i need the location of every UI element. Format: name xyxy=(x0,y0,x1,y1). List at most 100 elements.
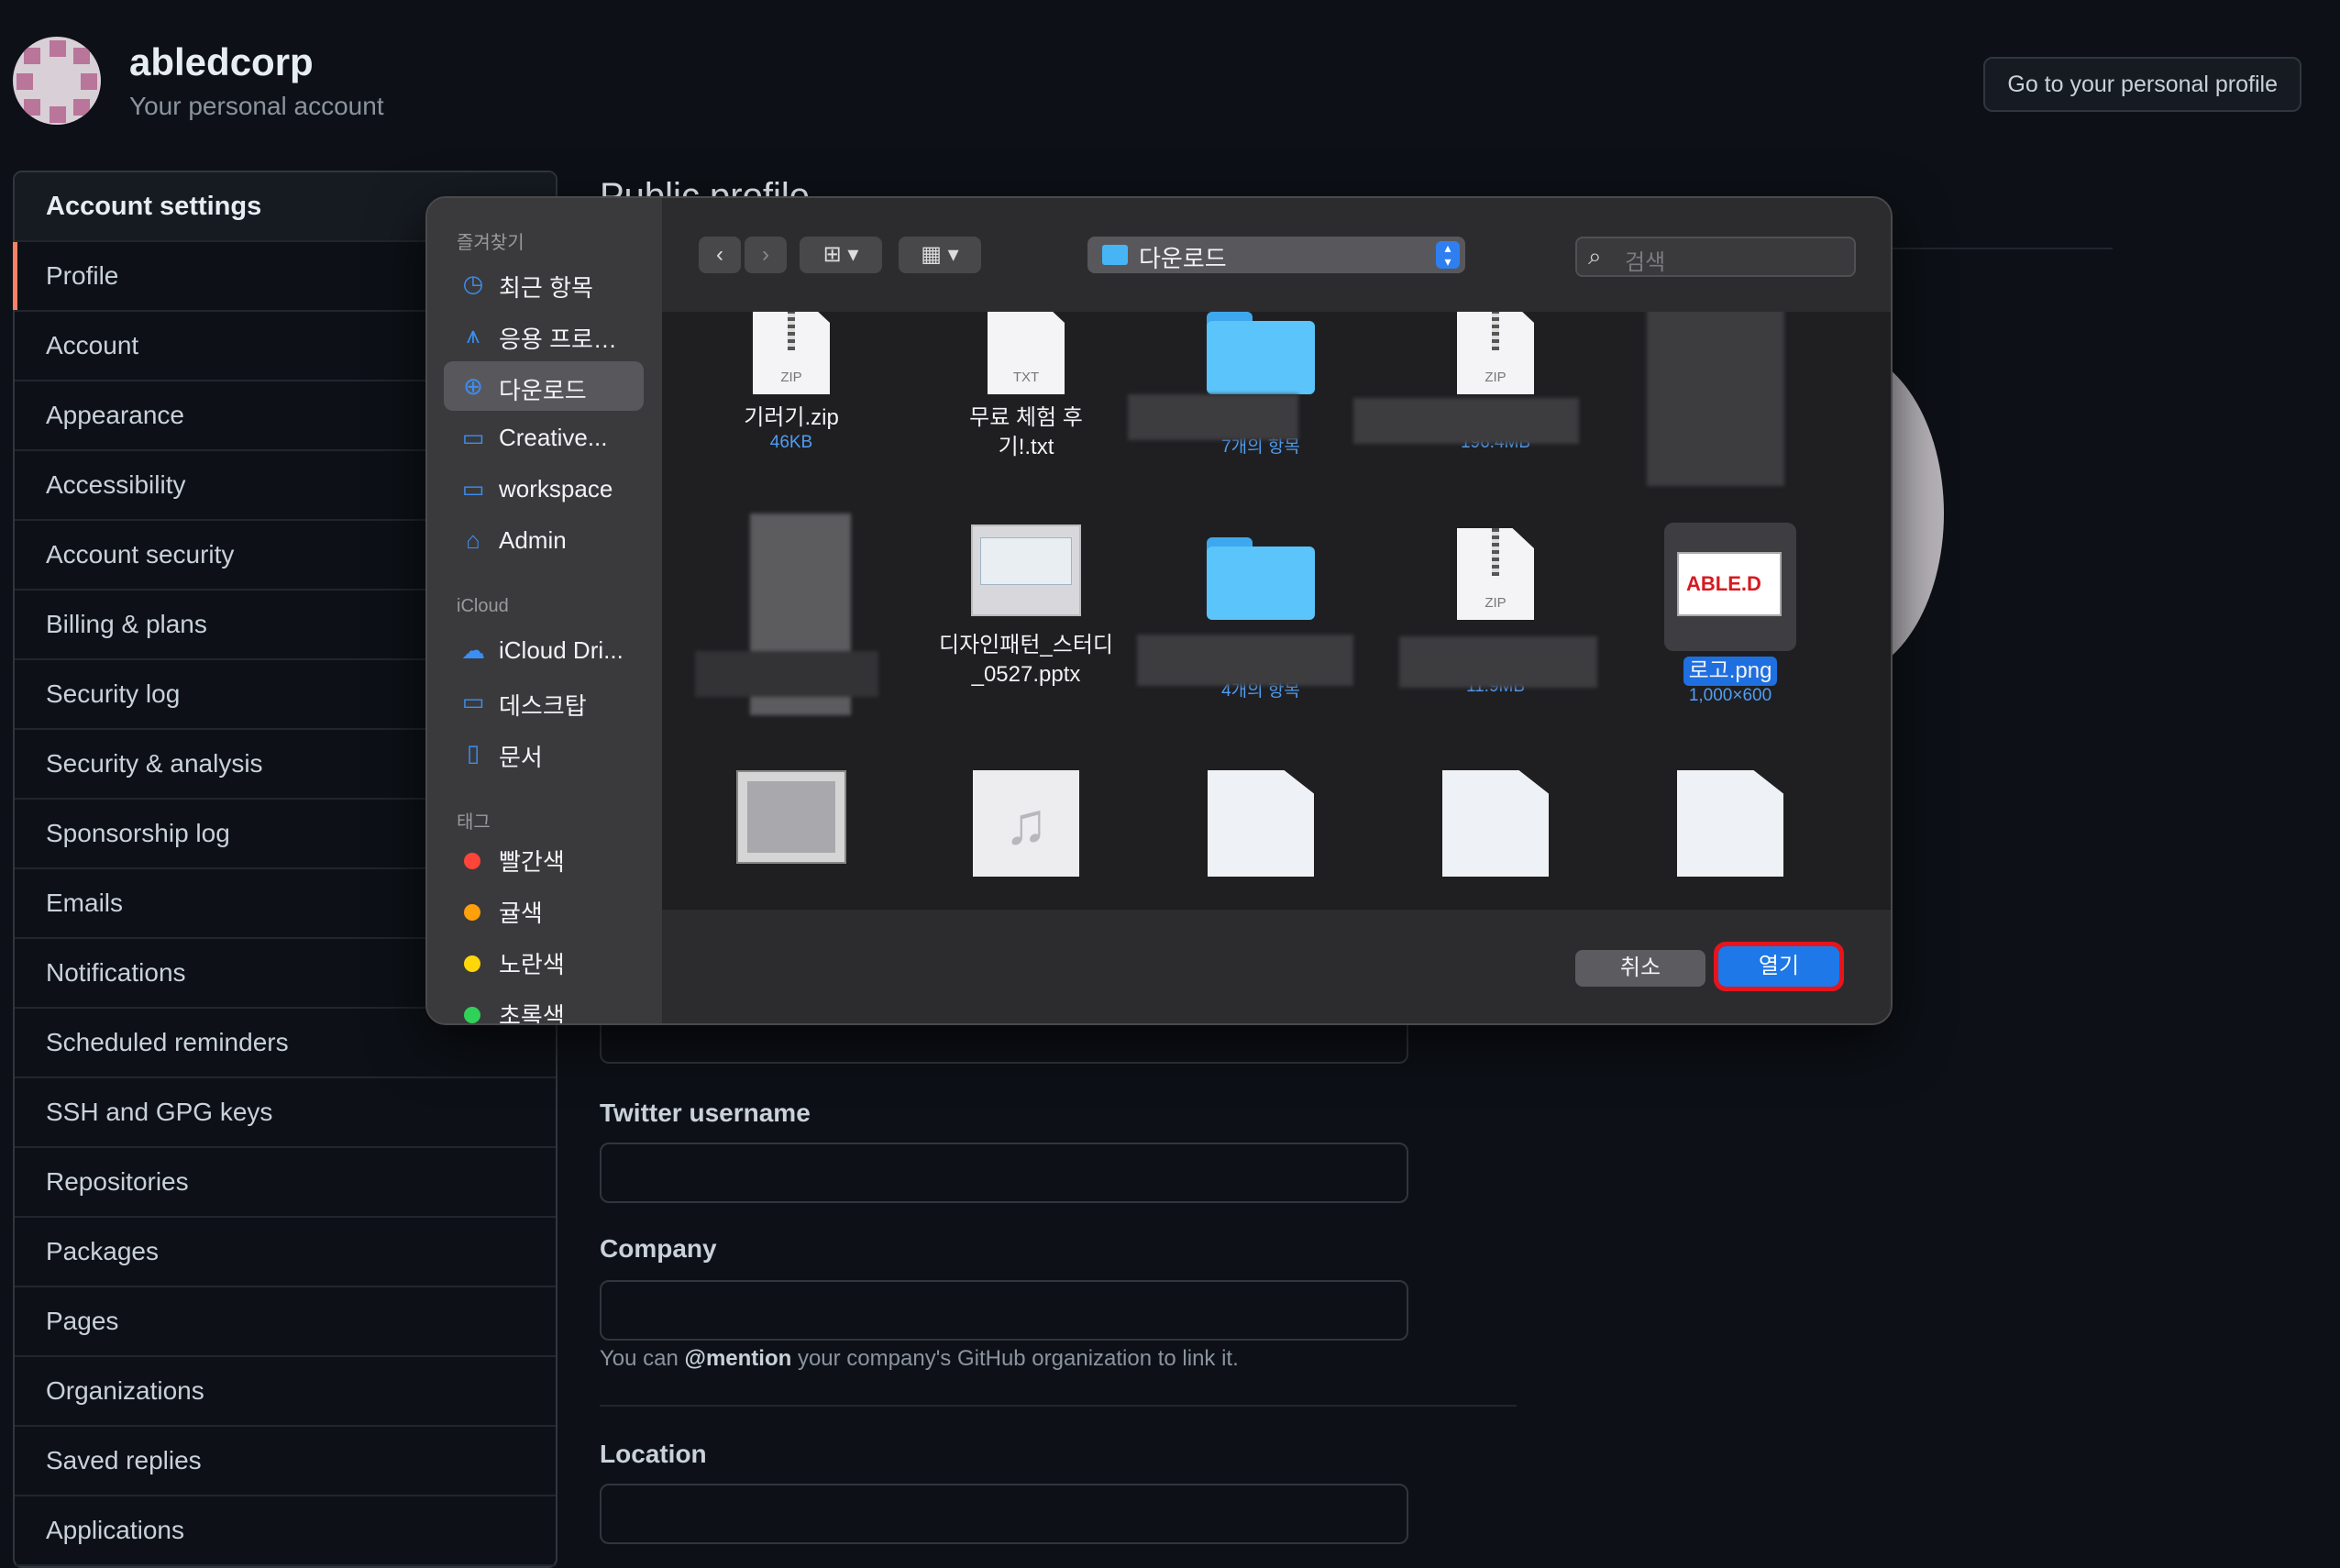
search-placeholder: 검색 xyxy=(1625,250,1666,275)
green-tag-dot xyxy=(464,1007,480,1023)
account-subtitle: Your personal account xyxy=(129,92,384,120)
chevron-right-icon: › xyxy=(762,242,769,267)
clock-icon: ◷ xyxy=(462,270,484,297)
sidebar-item-desktop[interactable]: ▭ 데스크탑 xyxy=(444,677,644,726)
sidebar-item-ssh-gpg-keys[interactable]: SSH and GPG keys xyxy=(15,1078,556,1148)
tags-section-title: 태그 xyxy=(457,812,491,833)
twitter-label: Twitter username xyxy=(600,1099,811,1127)
file-open-dialog: 즐겨찾기 ◷ 최근 항목 ⩚ 응용 프로… ⊕ 다운로드 ▭ Creative.… xyxy=(425,196,1893,1025)
favorites-section-title: 즐겨찾기 xyxy=(457,233,524,253)
search-icon: ⌕ xyxy=(1588,242,1602,270)
document-icon xyxy=(1208,770,1314,877)
document-icon xyxy=(1442,770,1549,877)
tag-red[interactable]: 빨간색 xyxy=(499,844,565,878)
location-popup[interactable]: 다운로드 ▴ ▾ xyxy=(1087,237,1465,273)
home-icon: ⌂ xyxy=(466,526,480,554)
location-label: Location xyxy=(600,1440,707,1468)
file-grid: ZIP 기러기.zip 46KB TXT 무료 체험 후기!.txt 7개의 항… xyxy=(662,312,1891,908)
folder-item[interactable]: 7개의 항목 xyxy=(1128,312,1357,458)
image-thumbnail xyxy=(736,770,846,864)
search-field[interactable]: ⌕ 검색 xyxy=(1575,237,1856,277)
grid-view-icon: ⊞ ▾ xyxy=(822,242,859,267)
music-note-icon: ♫ xyxy=(973,770,1079,877)
yellow-tag-dot xyxy=(464,955,480,972)
twitter-username-field[interactable] xyxy=(600,1143,1408,1203)
file-item[interactable] xyxy=(1634,312,1827,486)
zip-file-icon: ZIP xyxy=(1457,312,1534,394)
file-item[interactable]: ZIP 196.4MB xyxy=(1353,312,1592,453)
mention-text: @mention xyxy=(684,1346,792,1371)
file-item[interactable] xyxy=(1399,770,1592,877)
company-label: Company xyxy=(600,1234,717,1263)
file-item[interactable]: ♫ xyxy=(930,770,1122,877)
account-name: abledcorp xyxy=(129,40,314,83)
sidebar-item-applications[interactable]: ⩚ 응용 프로… xyxy=(444,310,644,359)
folder-item[interactable]: 4개의 항목 xyxy=(1137,537,1357,701)
folder-icon xyxy=(1102,245,1128,265)
sidebar-item-saved-replies[interactable]: Saved replies xyxy=(15,1427,556,1496)
sidebar-item-creative[interactable]: ▭ Creative... xyxy=(444,413,644,462)
folder-icon: ▭ xyxy=(461,475,485,502)
document-icon xyxy=(1677,770,1783,877)
file-item[interactable] xyxy=(1164,770,1357,877)
red-tag-dot xyxy=(464,853,480,869)
sidebar-item-documents[interactable]: ▯ 문서 xyxy=(444,728,644,778)
file-item[interactable]: TXT 무료 체험 후기!.txt xyxy=(930,312,1122,462)
desktop-icon: ▭ xyxy=(461,688,485,715)
apps-icon: ⩚ xyxy=(466,321,480,348)
sidebar-item-downloads[interactable]: ⊕ 다운로드 xyxy=(444,361,644,411)
presentation-thumbnail xyxy=(971,525,1081,616)
dialog-toolbar: ‹ › ⊞ ▾ ▦ ▾ 다운로드 ▴ ▾ ⌕ 검색 xyxy=(662,198,1891,314)
download-icon: ⊕ xyxy=(463,372,483,400)
group-view-icon: ▦ ▾ xyxy=(921,242,959,267)
folder-icon xyxy=(1207,312,1315,394)
file-item-selected[interactable]: ABLE.D 로고.png 1,000×600 xyxy=(1634,523,1827,706)
dialog-footer: 취소 열기 xyxy=(662,908,1891,1023)
forward-button[interactable]: › xyxy=(745,237,787,273)
tag-green[interactable]: 초록색 xyxy=(499,998,565,1023)
folder-icon xyxy=(1207,537,1315,620)
sidebar-item-pages[interactable]: Pages xyxy=(15,1287,556,1357)
sidebar-item-recents[interactable]: ◷ 최근 항목 xyxy=(444,259,644,308)
logo-text: ABLE.D xyxy=(1686,572,1761,595)
sidebar-item-admin[interactable]: ⌂ Admin xyxy=(444,515,644,565)
location-field[interactable] xyxy=(600,1484,1408,1544)
group-button[interactable]: ▦ ▾ xyxy=(899,237,981,273)
file-item[interactable] xyxy=(695,770,888,864)
tag-yellow[interactable]: 노란색 xyxy=(499,946,565,980)
document-icon: ▯ xyxy=(466,739,480,767)
text-file-icon: TXT xyxy=(988,312,1065,394)
cloud-icon: ☁ xyxy=(461,636,485,664)
company-field[interactable] xyxy=(600,1280,1408,1341)
sidebar-item-organizations[interactable]: Organizations xyxy=(15,1357,556,1427)
cancel-button[interactable]: 취소 xyxy=(1575,950,1705,987)
icloud-section-title: iCloud xyxy=(457,596,509,616)
back-button[interactable]: ‹ xyxy=(699,237,741,273)
file-item[interactable]: ZIP 11.9MB xyxy=(1399,528,1597,697)
folder-icon: ▭ xyxy=(461,424,485,451)
blurred-thumbnail xyxy=(1647,312,1784,486)
chevron-left-icon: ‹ xyxy=(716,242,723,267)
go-to-profile-button[interactable]: Go to your personal profile xyxy=(1983,57,2301,112)
sidebar-item-repositories[interactable]: Repositories xyxy=(15,1148,556,1218)
file-item[interactable]: ZIP 기러기.zip 46KB xyxy=(695,312,888,453)
tag-orange[interactable]: 귤색 xyxy=(499,895,543,929)
icon-view-button[interactable]: ⊞ ▾ xyxy=(800,237,882,273)
company-note: You can @mention your company's GitHub o… xyxy=(600,1346,1239,1371)
sidebar-item-icloud-drive[interactable]: ☁ iCloud Dri... xyxy=(444,625,644,675)
chevron-updown-icon: ▴ ▾ xyxy=(1436,241,1460,269)
file-item[interactable] xyxy=(695,513,888,715)
sidebar-item-applications[interactable]: Applications xyxy=(15,1496,556,1566)
location-label: 다운로드 xyxy=(1139,245,1227,272)
zip-file-icon: ZIP xyxy=(1457,528,1534,620)
zip-file-icon: ZIP xyxy=(753,312,830,394)
sidebar-item-packages[interactable]: Packages xyxy=(15,1218,556,1287)
file-item[interactable] xyxy=(1634,770,1827,877)
image-thumbnail: ABLE.D xyxy=(1664,523,1796,651)
sidebar-item-workspace[interactable]: ▭ workspace xyxy=(444,464,644,513)
avatar xyxy=(13,37,101,125)
file-item[interactable]: 디자인패턴_스터디_0527.pptx xyxy=(930,525,1122,690)
open-button[interactable]: 열기 xyxy=(1714,942,1844,991)
section-divider xyxy=(600,1405,1517,1407)
dialog-sidebar: 즐겨찾기 ◷ 최근 항목 ⩚ 응용 프로… ⊕ 다운로드 ▭ Creative.… xyxy=(427,198,664,1023)
